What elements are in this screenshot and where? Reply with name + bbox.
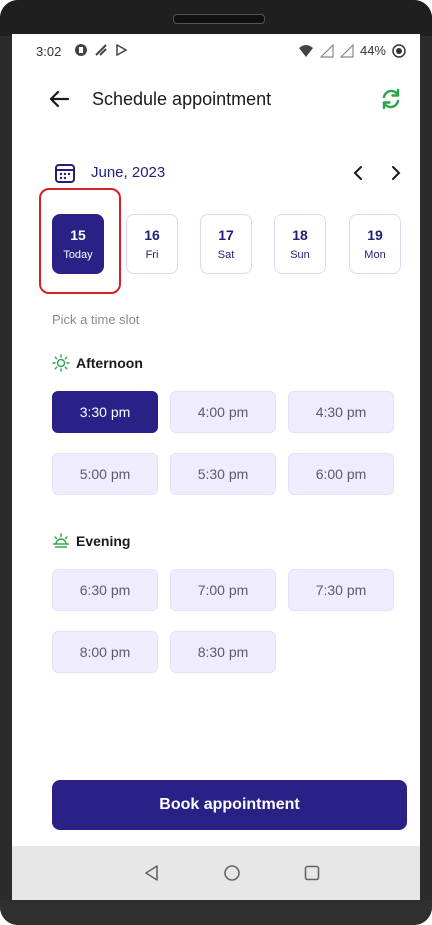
month-selector: June, 2023 <box>12 158 420 188</box>
time-slot-500pm[interactable]: 5:00 pm <box>52 453 158 495</box>
sunset-icon <box>53 533 69 548</box>
arrow-left-icon <box>49 90 70 108</box>
device-bottom-bezel <box>0 900 432 925</box>
next-month-button[interactable] <box>382 159 410 187</box>
evening-label: Evening <box>76 533 131 549</box>
system-status-icons: 44% <box>298 43 406 58</box>
day-number: 17 <box>218 227 234 243</box>
time-slot-800pm[interactable]: 8:00 pm <box>52 631 158 673</box>
time-slot-700pm[interactable]: 7:00 pm <box>170 569 276 611</box>
circle-home-icon <box>224 865 240 881</box>
afternoon-section-header: Afternoon <box>52 352 143 374</box>
android-nav-bar <box>12 846 420 900</box>
time-slot-830pm[interactable]: 8:30 pm <box>170 631 276 673</box>
time-slot-730pm[interactable]: 7:30 pm <box>288 569 394 611</box>
selected-day-highlight <box>39 188 121 294</box>
square-recents-icon <box>304 865 320 881</box>
day-19[interactable]: 19 Mon <box>349 214 401 274</box>
back-button[interactable] <box>44 84 74 114</box>
day-label: Mon <box>364 249 386 261</box>
day-label: Sat <box>217 249 235 261</box>
time-slot-330pm[interactable]: 3:30 pm <box>52 391 158 433</box>
evening-section-header: Evening <box>52 530 130 552</box>
app-notification-icon <box>75 44 87 56</box>
app-header: Schedule appointment <box>12 80 420 124</box>
time-slot-530pm[interactable]: 5:30 pm <box>170 453 276 495</box>
chevron-right-icon <box>392 166 401 180</box>
calendar-icon <box>55 164 75 183</box>
battery-icon <box>392 43 406 58</box>
page-title: Schedule appointment <box>92 89 272 109</box>
cell-signal-icon <box>319 43 334 58</box>
battery-percent: 44% <box>359 43 386 58</box>
signal-notification-icon <box>95 44 107 56</box>
device-top-bezel <box>0 0 432 36</box>
play-store-icon <box>116 43 128 57</box>
book-appointment-button[interactable]: Book appointment <box>52 780 407 830</box>
time-slot-400pm[interactable]: 4:00 pm <box>170 391 276 433</box>
day-18[interactable]: 18 Sun <box>274 214 326 274</box>
time-slot-630pm[interactable]: 6:30 pm <box>52 569 158 611</box>
time-slot-430pm[interactable]: 4:30 pm <box>288 391 394 433</box>
day-label: Fri <box>145 249 159 261</box>
day-label: Sun <box>290 249 310 261</box>
speaker-grille <box>173 14 265 24</box>
time-slot-600pm[interactable]: 6:00 pm <box>288 453 394 495</box>
day-17[interactable]: 17 Sat <box>200 214 252 274</box>
device-frame: 3:02 44% Schedule appointment June, 2023… <box>0 0 432 925</box>
chevron-left-icon <box>353 166 362 180</box>
day-number: 19 <box>367 227 383 243</box>
afternoon-label: Afternoon <box>76 355 143 371</box>
pick-time-slot-label: Pick a time slot <box>52 312 140 327</box>
previous-month-button[interactable] <box>344 159 372 187</box>
wifi-icon <box>298 44 313 57</box>
month-label: June, 2023 <box>91 164 166 181</box>
day-number: 18 <box>292 227 308 243</box>
refresh-icon <box>382 88 400 110</box>
app-screen: 3:02 44% Schedule appointment June, 2023… <box>12 34 420 900</box>
notification-icons <box>74 43 128 57</box>
cell-signal-2-icon <box>339 43 354 58</box>
nav-recents-button[interactable] <box>298 859 326 887</box>
status-time: 3:02 <box>36 44 62 59</box>
sun-icon <box>52 354 70 372</box>
triangle-back-icon <box>145 865 158 881</box>
day-16[interactable]: 16 Fri <box>126 214 178 274</box>
day-number: 16 <box>144 227 160 243</box>
nav-back-button[interactable] <box>138 859 166 887</box>
refresh-button[interactable] <box>376 84 406 114</box>
nav-home-button[interactable] <box>218 859 246 887</box>
status-bar: 3:02 44% <box>12 34 420 68</box>
